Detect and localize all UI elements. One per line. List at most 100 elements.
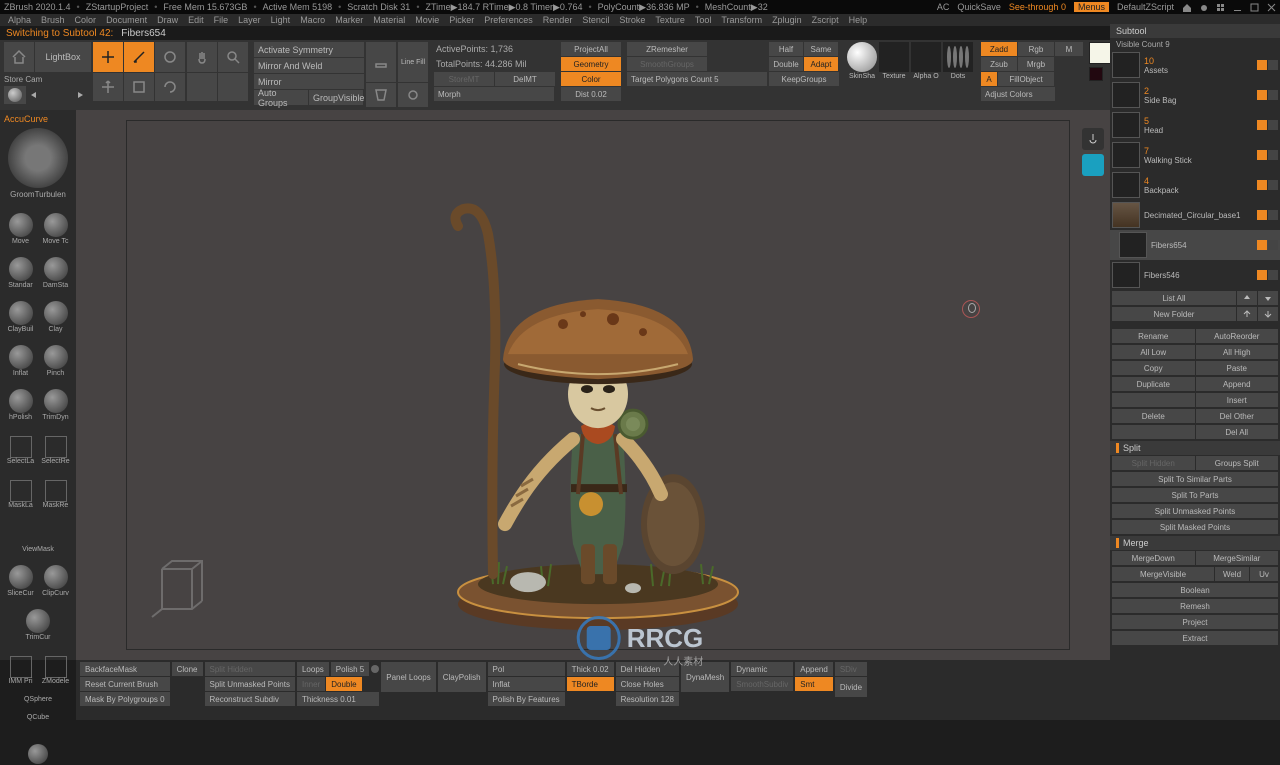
a-button[interactable]: A [981, 72, 997, 86]
uv-button[interactable]: Uv [1250, 567, 1278, 581]
smt-button[interactable]: Smt [795, 677, 833, 691]
del-all-button[interactable]: Del All [1196, 425, 1279, 439]
stroke-dots[interactable] [943, 42, 973, 72]
menu-zscript[interactable]: Zscript [808, 15, 843, 25]
divide-button[interactable]: Divide [835, 677, 867, 697]
color-button[interactable]: Color [561, 72, 621, 86]
merge-section[interactable]: Merge [1110, 536, 1280, 550]
grid-icon[interactable] [1216, 3, 1225, 12]
merge-similar-button[interactable]: MergeSimilar [1196, 551, 1279, 565]
subtool-head[interactable]: 5Head [1110, 110, 1280, 140]
tborder-button[interactable]: TBorde [567, 677, 614, 691]
menu-material[interactable]: Material [369, 15, 409, 25]
thick-slider[interactable]: Thick 0.02 [567, 662, 614, 676]
draw-button[interactable] [124, 42, 154, 72]
subtool-sidebag[interactable]: 2Side Bag [1110, 80, 1280, 110]
autoreorder-button[interactable]: AutoReorder [1196, 329, 1279, 343]
subtool-assets[interactable]: 10Assets [1110, 50, 1280, 80]
insert-button[interactable]: Insert [1196, 393, 1279, 407]
resolution-slider[interactable]: Resolution 128 [616, 692, 679, 706]
split-parts-button[interactable]: Split To Parts [1112, 488, 1278, 502]
gizmo-button[interactable] [93, 42, 123, 72]
sdiv-button[interactable]: SDiv [835, 662, 867, 676]
close-icon[interactable] [1267, 3, 1276, 12]
main-brush-preview[interactable] [8, 128, 68, 188]
menu-edit[interactable]: Edit [184, 15, 208, 25]
extract-button[interactable]: Extract [1112, 631, 1278, 645]
menu-render[interactable]: Render [539, 15, 577, 25]
rgb-button[interactable]: Rgb [1018, 42, 1054, 56]
weld-button[interactable]: Weld [1215, 567, 1249, 581]
minimize-icon[interactable] [1233, 3, 1242, 12]
auto-groups-button[interactable]: Auto Groups [254, 90, 308, 105]
secondary-color-swatch[interactable] [1089, 67, 1103, 81]
close-holes-button[interactable]: Close Holes [616, 677, 679, 691]
menu-movie[interactable]: Movie [411, 15, 443, 25]
menu-document[interactable]: Document [102, 15, 151, 25]
project-button[interactable]: Project [1112, 615, 1278, 629]
pol-button[interactable]: Pol [488, 662, 565, 676]
cam-slot[interactable] [42, 88, 72, 102]
mirror-weld-button[interactable]: Mirror And Weld [254, 58, 364, 73]
adjust-colors-button[interactable]: Adjust Colors [981, 87, 1055, 101]
store-cam[interactable]: Store Cam [4, 73, 91, 85]
menu-layer[interactable]: Layer [234, 15, 265, 25]
brush-standard[interactable]: Standar [4, 247, 37, 289]
subtool-backpack[interactable]: 4Backpack [1110, 170, 1280, 200]
move-up-icon[interactable] [1237, 307, 1257, 321]
all-high-button[interactable]: All High [1196, 345, 1279, 359]
loops-button[interactable]: Loops [297, 662, 329, 676]
subtool-fibers546[interactable]: Fibers546 [1110, 260, 1280, 290]
brush-move[interactable]: Move [4, 203, 37, 245]
zremesher-button[interactable]: ZRemesher [627, 42, 707, 56]
smooth-subdiv-button[interactable]: SmoothSubdiv [731, 677, 793, 691]
inflat-button[interactable]: Inflat [488, 677, 565, 691]
brush-masklasso[interactable]: MaskLa [4, 467, 37, 509]
solo-button[interactable] [398, 83, 428, 107]
menu-draw[interactable]: Draw [153, 15, 182, 25]
paste-button[interactable]: Paste [1196, 361, 1279, 375]
sculptris-button[interactable] [155, 42, 185, 72]
split-masked-button[interactable]: Split Masked Points [1112, 520, 1278, 534]
split-similar-button[interactable]: Split To Similar Parts [1112, 472, 1278, 486]
menu-marker[interactable]: Marker [331, 15, 367, 25]
lightbox-button[interactable]: LightBox [35, 42, 91, 72]
xpose-button[interactable] [1082, 154, 1104, 176]
rename-button[interactable]: Rename [1112, 329, 1195, 343]
menu-picker[interactable]: Picker [445, 15, 478, 25]
menu-alpha[interactable]: Alpha [4, 15, 35, 25]
subtool-fibers654[interactable]: Fibers654 [1110, 230, 1280, 260]
brush-damstandard[interactable]: DamSta [39, 247, 72, 289]
main-color-swatch[interactable] [1089, 42, 1111, 64]
zoom-icon[interactable] [218, 42, 248, 72]
brush-inflate[interactable]: Inflat [4, 335, 37, 377]
append-button[interactable]: Append [1196, 377, 1279, 391]
seethrough-slider[interactable]: See-through 0 [1009, 2, 1066, 12]
keepgroups-button[interactable]: KeepGroups [769, 72, 839, 86]
brush-selectrect[interactable]: SelectRe [39, 423, 72, 465]
actual-button[interactable] [187, 73, 217, 101]
copy-button[interactable]: Copy [1112, 361, 1195, 375]
menu-zplugin[interactable]: Zplugin [768, 15, 806, 25]
hand-icon[interactable] [187, 42, 217, 72]
rotate-button[interactable] [155, 73, 185, 101]
menu-texture[interactable]: Texture [651, 15, 689, 25]
menu-light[interactable]: Light [267, 15, 295, 25]
new-folder-button[interactable]: New Folder [1112, 307, 1236, 321]
fillobject-button[interactable]: FillObject [998, 72, 1054, 86]
morph-button[interactable]: Morph [434, 87, 554, 101]
next-cam-button[interactable] [73, 88, 87, 102]
project-all-button[interactable]: ProjectAll [561, 42, 621, 56]
brush-qcube[interactable]: QCube [4, 705, 72, 721]
default-zscript[interactable]: DefaultZScript [1117, 2, 1174, 12]
delmt-button[interactable]: DelMT [495, 72, 555, 86]
texture-slot[interactable] [879, 42, 909, 72]
same-button[interactable]: Same [804, 42, 838, 56]
activate-symmetry-button[interactable]: Activate Symmetry [254, 42, 364, 57]
linefill-button[interactable]: Line Fill [398, 42, 428, 82]
bpr-button[interactable] [1082, 128, 1104, 150]
mrgb-button[interactable]: Mrgb [1018, 57, 1054, 71]
persp-button[interactable] [366, 83, 396, 107]
up-arrow-icon[interactable] [1237, 291, 1257, 305]
del-other-button[interactable]: Del Other [1196, 409, 1279, 423]
